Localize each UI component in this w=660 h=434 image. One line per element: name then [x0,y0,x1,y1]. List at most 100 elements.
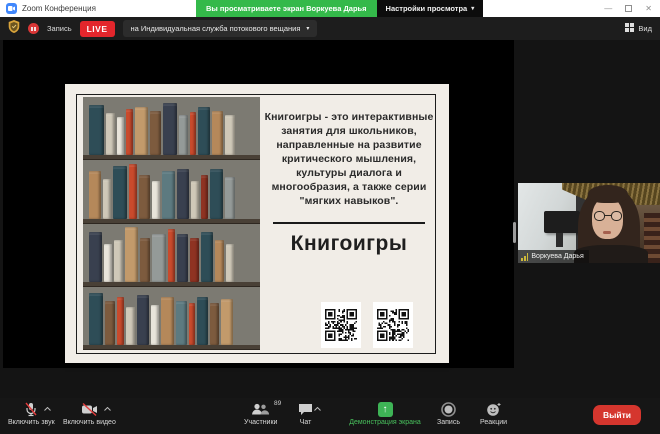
person-mouth [603,231,611,234]
participants-icon: 89 [251,402,270,417]
book-spine [221,299,233,345]
book-spine [152,181,160,219]
title-bar: Zoom Конференция Вы просматриваете экран… [0,0,660,17]
chevron-down-icon: ▾ [306,26,309,32]
video-options-chevron[interactable] [104,407,111,411]
chevron-down-icon: ▾ [471,6,474,12]
microphone-muted-icon [24,402,38,417]
maximize-button[interactable] [625,5,632,12]
book-spine [190,238,199,282]
book-spine [106,113,115,155]
book-spine [140,238,150,282]
book-spine [162,171,175,219]
unmute-label: Включить звук [8,419,55,426]
chat-bubble-icon [298,402,313,417]
recording-label: Запись [47,24,72,33]
book-spine [117,117,124,155]
book-spine [168,229,175,282]
book-spine [212,111,223,155]
book-spine [210,169,223,219]
book-spine [179,115,188,155]
reactions-label: Реакции [480,419,507,426]
book-spine [105,301,115,345]
participant-nametag: Воркуева Дарья [518,250,589,263]
record-button[interactable]: Запись [437,402,460,426]
audio-level-icon [521,253,528,261]
reactions-emoji-icon [486,402,502,417]
qr-code [321,302,361,348]
chat-button[interactable]: Чат [298,402,313,426]
book-spine [117,297,124,345]
book-spine [210,303,219,345]
book-spine [163,103,177,155]
book-spine [177,169,189,219]
book-spine [137,295,149,345]
slide-paragraph: Книгоигры - это интерактивные занятия дл… [261,110,437,208]
close-button[interactable]: ✕ [645,5,652,13]
qr-code [373,302,413,348]
book-spine [176,301,187,345]
participants-button[interactable]: 89 Участники [244,402,277,426]
book-spine [225,115,235,155]
view-grid-icon [625,23,634,34]
book-spine [226,244,234,282]
record-icon [441,402,456,417]
view-label: Вид [638,24,652,33]
book-spine [198,107,210,155]
minimize-button[interactable]: — [604,5,612,13]
view-button[interactable]: Вид [625,17,652,40]
leave-button[interactable]: Выйти [593,405,641,425]
video-bg-camera-stand [556,233,563,247]
participant-name: Воркуева Дарья [531,253,583,260]
thumbnail-collapse-handle[interactable] [513,222,516,243]
book-spine [104,244,112,282]
viewing-screen-banner: Вы просматриваете экран Воркуева Дарья [196,0,377,17]
bookshelf-image [83,97,260,350]
book-spine [125,227,138,282]
book-spine [113,166,127,219]
camera-off-icon [81,402,98,417]
participant-video[interactable]: Воркуева Дарья [518,183,660,263]
participants-options-chevron[interactable] [314,407,321,411]
record-label: Запись [437,419,460,426]
book-spine [126,109,133,155]
view-settings-dropdown[interactable]: Настройки просмотра ▾ [377,0,484,17]
book-spine [191,181,199,219]
encryption-shield-icon[interactable] [8,20,20,38]
chat-label: Чат [300,419,312,426]
person-glasses [594,211,622,222]
live-badge: LIVE [80,21,115,37]
start-video-label: Включить видео [63,419,116,426]
share-screen-button[interactable]: ↑ Демонстрация экрана [335,402,435,426]
book-spine [151,305,159,345]
app-title: Zoom Конференция [22,4,96,13]
participants-label: Участники [244,419,277,426]
unmute-button[interactable]: Включить звук [8,402,55,426]
recording-indicator-icon[interactable] [28,23,39,34]
audio-options-chevron[interactable] [44,407,51,411]
book-spine [152,234,166,282]
share-screen-icon: ↑ [378,402,393,417]
book-spine [139,175,150,219]
start-video-button[interactable]: Включить видео [63,402,116,426]
book-spine [201,175,208,219]
book-spine [89,293,103,345]
book-spine [103,179,111,219]
participants-count: 89 [274,400,281,407]
book-spine [114,240,123,282]
zoom-logo-icon [6,3,17,14]
share-screen-label: Демонстрация экрана [349,419,421,426]
slide-divider [273,222,425,224]
book-spine [161,297,174,345]
book-spine [177,234,188,282]
reactions-button[interactable]: Реакции [480,402,507,426]
streaming-service-dropdown[interactable]: на Индивидуальная служба потокового веща… [123,20,318,37]
book-spine [126,307,135,345]
meeting-bar: Запись LIVE на Индивидуальная служба пот… [0,17,660,40]
book-spine [135,107,148,155]
slide-heading: Книгоигры [261,232,437,256]
book-spine [89,232,102,282]
book-spine [197,297,208,345]
video-bg-camera [544,211,580,233]
book-spine [189,303,195,345]
